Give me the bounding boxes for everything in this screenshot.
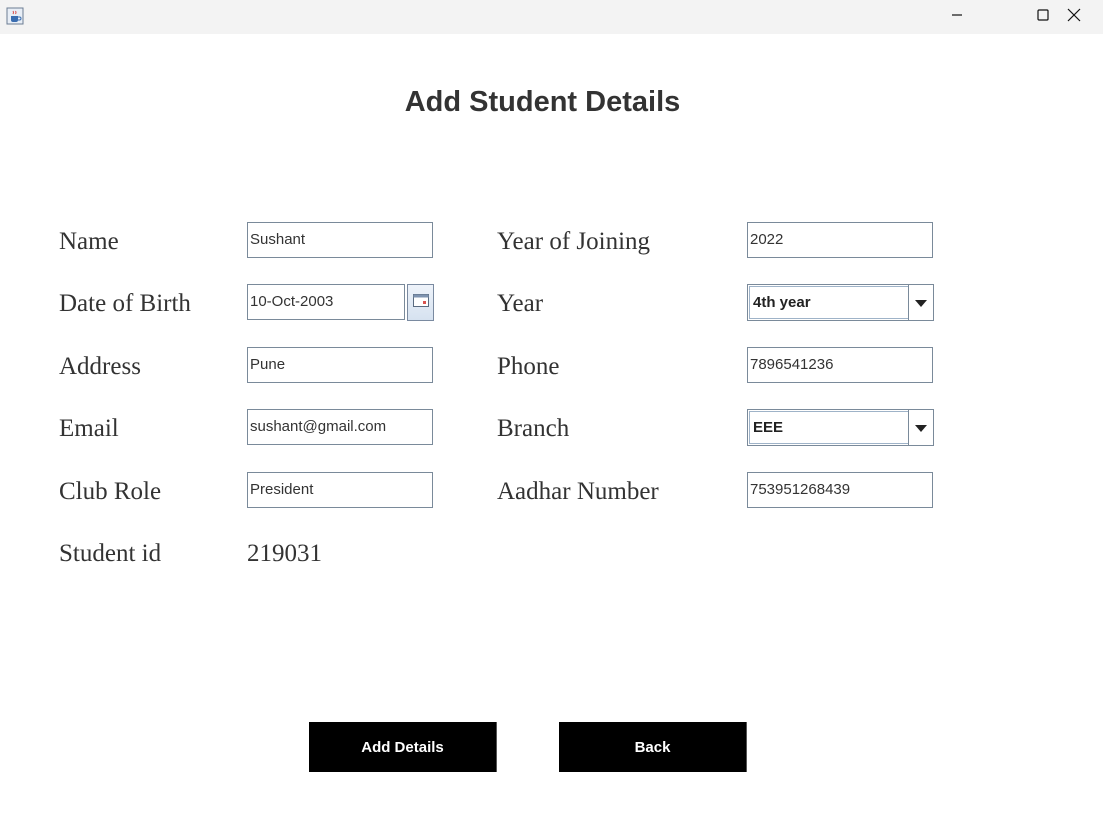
maximize-icon bbox=[1037, 8, 1049, 26]
club-role-label: Club Role bbox=[59, 478, 162, 505]
window-titlebar bbox=[0, 0, 1103, 34]
chevron-down-icon bbox=[915, 419, 927, 437]
dob-label: Date of Birth bbox=[59, 290, 191, 317]
minimize-icon bbox=[951, 8, 963, 26]
branch-dropdown-arrow[interactable] bbox=[908, 410, 933, 445]
email-field[interactable]: sushant@gmail.com bbox=[247, 409, 433, 445]
year-selected-value: 4th year bbox=[749, 286, 909, 319]
add-details-button[interactable]: Add Details bbox=[309, 722, 497, 772]
branch-label: Branch bbox=[497, 415, 570, 442]
branch-selected-value: EEE bbox=[749, 411, 909, 444]
student-id-label: Student id bbox=[59, 540, 162, 567]
branch-dropdown[interactable]: EEE bbox=[747, 409, 934, 446]
aadhar-field[interactable]: 753951268439 bbox=[747, 472, 933, 508]
minimize-button[interactable] bbox=[934, 0, 980, 34]
dob-field[interactable]: 10-Oct-2003 bbox=[247, 284, 405, 320]
year-label: Year bbox=[497, 290, 544, 317]
phone-label: Phone bbox=[497, 353, 560, 380]
close-button[interactable] bbox=[1051, 0, 1097, 34]
name-field[interactable]: Sushant bbox=[247, 222, 433, 258]
year-of-joining-field[interactable]: 2022 bbox=[747, 222, 933, 258]
address-field[interactable]: Pune bbox=[247, 347, 433, 383]
club-role-field[interactable]: President bbox=[247, 472, 433, 508]
address-label: Address bbox=[59, 353, 141, 380]
year-dropdown-arrow[interactable] bbox=[908, 285, 933, 320]
name-label: Name bbox=[59, 228, 119, 255]
date-picker-button[interactable] bbox=[407, 284, 434, 321]
year-of-joining-label: Year of Joining bbox=[497, 228, 651, 255]
year-dropdown[interactable]: 4th year bbox=[747, 284, 934, 321]
chevron-down-icon bbox=[915, 294, 927, 312]
email-label: Email bbox=[59, 415, 119, 442]
calendar-icon bbox=[412, 293, 429, 312]
page-title: Add Student Details bbox=[404, 86, 681, 118]
java-coffee-icon bbox=[6, 7, 24, 25]
close-icon bbox=[1067, 8, 1081, 27]
phone-field[interactable]: 7896541236 bbox=[747, 347, 933, 383]
student-id-value: 219031 bbox=[247, 540, 322, 567]
aadhar-label: Aadhar Number bbox=[497, 478, 659, 505]
back-button[interactable]: Back bbox=[559, 722, 747, 772]
